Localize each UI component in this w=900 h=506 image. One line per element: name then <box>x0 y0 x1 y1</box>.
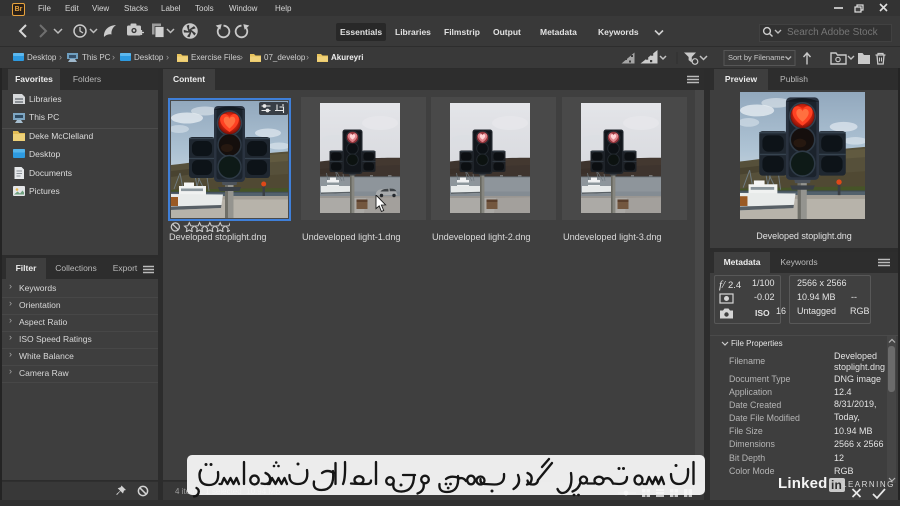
svg-text:ISO: ISO <box>755 308 770 318</box>
svg-text:Sort by Filename: Sort by Filename <box>728 53 785 62</box>
svg-text:f/: f/ <box>719 279 726 291</box>
svg-text:2.4: 2.4 <box>728 280 741 291</box>
